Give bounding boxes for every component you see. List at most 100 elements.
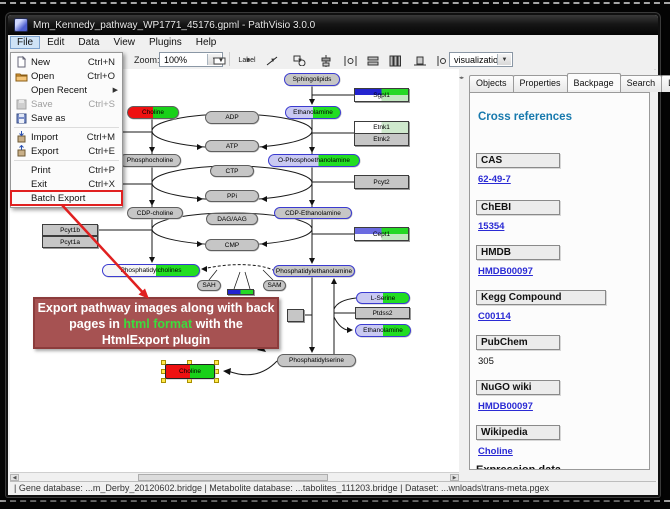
right-sidebar: Objects Properties Backpage Search Legen… bbox=[465, 69, 654, 472]
node-l-serine[interactable]: L-Serine bbox=[356, 292, 410, 304]
tab-objects[interactable]: Objects bbox=[469, 75, 514, 92]
node-phosphatidylethanolamine[interactable]: Phosphatidylethanolamine bbox=[273, 265, 355, 277]
label-tool-button[interactable]: Label▼ bbox=[234, 52, 260, 69]
menu-item-open[interactable]: Open Ctrl+O bbox=[11, 69, 122, 83]
menu-item-save-as[interactable]: Save as bbox=[11, 111, 122, 125]
file-menu-dropdown: New Ctrl+N Open Ctrl+O Open Recent ▶ Sav… bbox=[10, 52, 123, 208]
stack-columns-icon bbox=[389, 55, 401, 67]
pathvisio-window: Mm_Kennedy_pathway_WP1771_45176.gpml - P… bbox=[6, 13, 660, 497]
node-sah[interactable]: SAH bbox=[197, 280, 221, 291]
submenu-arrow-icon: ▶ bbox=[113, 86, 118, 94]
align-bottom-button[interactable] bbox=[411, 52, 429, 69]
menu-item-batch-export[interactable]: Batch Export bbox=[11, 191, 122, 205]
menu-data[interactable]: Data bbox=[71, 36, 106, 49]
zoom-label: Zoom: bbox=[134, 55, 160, 65]
node-phosphatidylserine[interactable]: Phosphatidylserine bbox=[277, 354, 356, 367]
scroll-left-arrow-icon[interactable]: ◀ bbox=[10, 474, 19, 481]
node-cmp[interactable]: CMP bbox=[205, 239, 259, 251]
export-icon bbox=[14, 145, 29, 157]
xref-value: 305 bbox=[478, 356, 494, 367]
node-dag-aag[interactable]: DAG/AAG bbox=[206, 213, 258, 225]
save-as-icon bbox=[14, 112, 29, 124]
status-bar: | Gene database: ...m_Derby_20120602.bri… bbox=[10, 481, 656, 494]
space-horizontal-button[interactable] bbox=[341, 52, 359, 69]
menu-item-exit[interactable]: Exit Ctrl+X bbox=[11, 177, 122, 191]
selected-node-choline[interactable]: Choline bbox=[161, 360, 219, 383]
tab-properties[interactable]: Properties bbox=[513, 75, 568, 92]
chevron-down-icon[interactable]: ▼ bbox=[497, 54, 511, 65]
menu-item-save[interactable]: Save Ctrl+S bbox=[11, 97, 122, 111]
screenshot-marquee-top bbox=[0, 2, 670, 4]
gene-pcyt1b[interactable]: Pcyt1b bbox=[42, 224, 98, 236]
save-icon bbox=[14, 98, 29, 110]
menu-separator bbox=[14, 160, 119, 161]
node-choline-selected[interactable]: Choline bbox=[165, 364, 215, 379]
menu-item-open-recent[interactable]: Open Recent ▶ bbox=[11, 83, 122, 97]
node-choline[interactable]: Choline bbox=[127, 106, 179, 119]
xref-link[interactable]: Choline bbox=[478, 446, 513, 457]
xref-link[interactable]: HMDB00097 bbox=[478, 401, 533, 412]
backpage-panel: Cross references CAS 62-49-7 ChEBI 15354… bbox=[469, 92, 650, 470]
gene-tool-button[interactable]: ▼ bbox=[206, 52, 234, 69]
stack-rows-button[interactable] bbox=[364, 52, 382, 69]
xref-section-pubchem: PubChem 305 bbox=[476, 335, 639, 369]
new-file-icon bbox=[14, 56, 29, 68]
node-ctp[interactable]: CTP bbox=[210, 165, 254, 177]
menu-item-print[interactable]: Print Ctrl+P bbox=[11, 163, 122, 177]
menu-item-export[interactable]: Export Ctrl+E bbox=[11, 144, 122, 158]
gene-cept1[interactable]: Cept1 bbox=[354, 227, 409, 241]
node-ppi[interactable]: PPi bbox=[205, 190, 259, 202]
gene-pemt[interactable] bbox=[227, 289, 254, 295]
align-center-button[interactable] bbox=[317, 52, 335, 69]
xref-link[interactable]: HMDB00097 bbox=[478, 266, 533, 277]
xref-link[interactable]: 62-49-7 bbox=[478, 174, 511, 185]
space-horizontal-icon bbox=[344, 55, 357, 67]
menu-item-import[interactable]: Import Ctrl+M bbox=[11, 130, 122, 144]
xref-link[interactable]: 15354 bbox=[478, 221, 504, 232]
stack-rows-icon bbox=[367, 55, 379, 67]
node-o-phosphoethanolamine[interactable]: O-Phosphoethanolamine bbox=[268, 154, 360, 167]
gene-sgpl1[interactable]: Sgpl1 bbox=[354, 88, 409, 102]
line-tool-button[interactable]: ▼ bbox=[259, 52, 285, 69]
node-cdp-ethanolamine[interactable]: CDP-Ethanolamine bbox=[274, 207, 352, 219]
title-bar[interactable]: Mm_Kennedy_pathway_WP1771_45176.gpml - P… bbox=[8, 15, 658, 35]
tab-search[interactable]: Search bbox=[620, 75, 663, 92]
node-cdp-choline[interactable]: CDP-choline bbox=[127, 207, 183, 219]
xref-link[interactable]: C00114 bbox=[478, 311, 511, 322]
stack-columns-button[interactable] bbox=[386, 52, 404, 69]
expression-data-heading: Expression data bbox=[476, 464, 561, 470]
tab-backpage[interactable]: Backpage bbox=[567, 73, 621, 90]
visualization-combobox[interactable]: visualization ▼ bbox=[449, 52, 513, 67]
menu-edit[interactable]: Edit bbox=[40, 36, 71, 49]
menu-item-new[interactable]: New Ctrl+N bbox=[11, 55, 122, 69]
selection-handle[interactable] bbox=[214, 378, 219, 383]
menu-file[interactable]: File bbox=[10, 36, 40, 49]
menu-plugins[interactable]: Plugins bbox=[142, 36, 189, 49]
tab-legend[interactable]: Legend bbox=[661, 75, 670, 92]
space-vertical-icon bbox=[437, 55, 447, 67]
menu-view[interactable]: View bbox=[106, 36, 142, 49]
space-vertical-button[interactable] bbox=[434, 52, 450, 69]
xref-section-nugo: NuGO wiki HMDB00097 bbox=[476, 380, 639, 414]
node-ethanolamine-bottom[interactable]: Ethanolamine bbox=[355, 324, 411, 337]
node-sphingolipids[interactable]: Sphingolipids bbox=[284, 73, 340, 86]
cross-references-heading: Cross references bbox=[478, 111, 572, 123]
menu-bar: File Edit Data View Plugins Help bbox=[10, 35, 656, 51]
node-phosphatidylcholines[interactable]: Phosphatidylcholines bbox=[102, 264, 200, 277]
node-adp[interactable]: ADP bbox=[205, 111, 259, 124]
node-phosphocholine[interactable]: Phosphocholine bbox=[119, 154, 181, 167]
screenshot-marquee-bottom bbox=[0, 500, 670, 502]
menu-help[interactable]: Help bbox=[189, 36, 224, 49]
node-atp[interactable]: ATP bbox=[205, 140, 259, 152]
scroll-right-arrow-icon[interactable]: ▶ bbox=[450, 474, 459, 481]
node-ethanolamine[interactable]: Ethanolamine bbox=[285, 106, 341, 119]
gene-etnk2[interactable]: Etnk2 bbox=[354, 133, 409, 146]
scrollbar-thumb[interactable] bbox=[138, 474, 328, 481]
node-sam[interactable]: SAM bbox=[263, 280, 286, 291]
gene-pisd[interactable] bbox=[287, 309, 304, 322]
gene-pcyt2[interactable]: Pcyt2 bbox=[354, 175, 409, 189]
app-icon bbox=[14, 18, 28, 32]
shape-tool-button[interactable]: ▼ bbox=[286, 52, 312, 69]
gene-pcyt1a[interactable]: Pcyt1a bbox=[42, 236, 98, 248]
gene-ptdss2[interactable]: Ptdss2 bbox=[355, 307, 410, 319]
